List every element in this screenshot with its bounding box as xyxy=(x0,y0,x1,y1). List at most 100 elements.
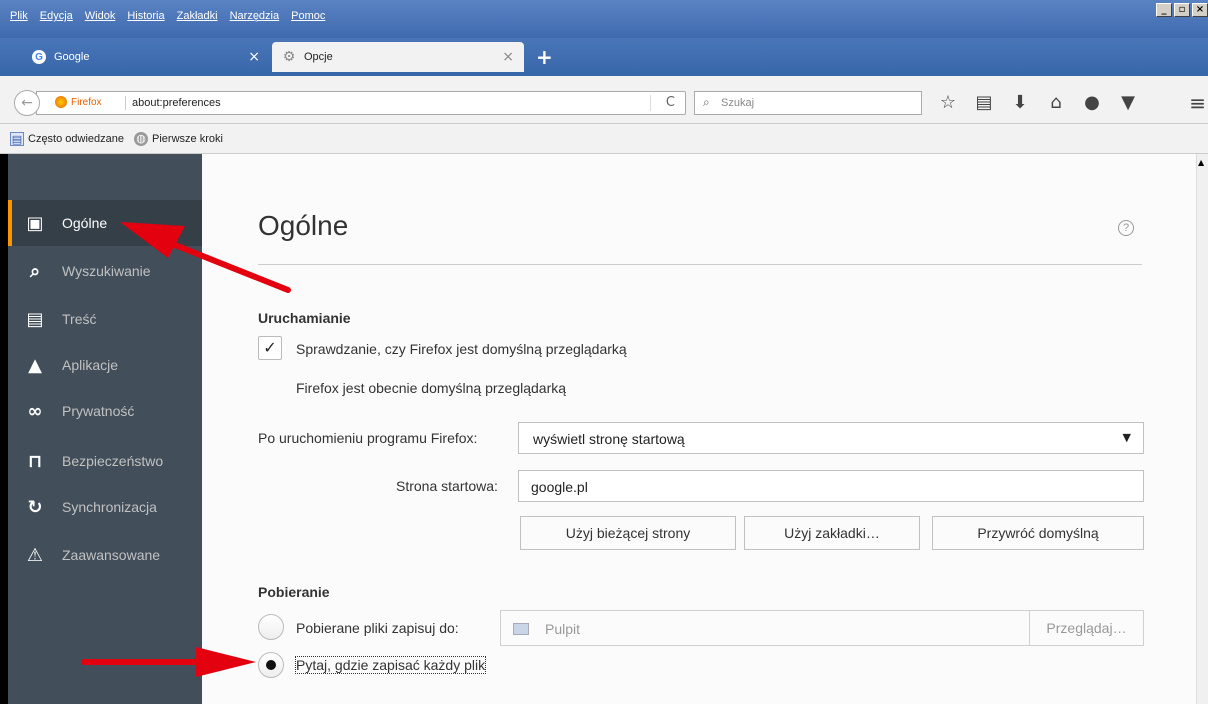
search-icon: ⌕ xyxy=(29,260,41,282)
security-icon: ⊓ xyxy=(27,450,43,472)
use-current-page-button[interactable]: Użyj bieżącej strony xyxy=(520,516,736,550)
divider xyxy=(125,96,126,110)
homepage-label: Strona startowa: xyxy=(396,478,498,494)
menu-plik[interactable]: Plik xyxy=(10,10,28,22)
folder-icon xyxy=(513,623,529,635)
bookmark-pierwsze-kroki[interactable]: ◍ Pierwsze kroki xyxy=(134,131,223,146)
menu-items: Plik Edycja Widok Historia Zakładki Narz… xyxy=(10,10,325,22)
startup-behavior-value: wyświetl stronę startową xyxy=(533,431,685,447)
bookmark-czesto-odwiedzane[interactable]: ▤ Często odwiedzane xyxy=(10,131,125,146)
maximize-button[interactable]: ▫ xyxy=(1174,3,1190,17)
identity-label: Firefox xyxy=(71,96,102,108)
sidebar-item-aplikacje[interactable]: ▲ Aplikacje xyxy=(8,342,202,388)
sidebar-item-label: Aplikacje xyxy=(62,357,119,373)
identity-box[interactable]: Firefox xyxy=(55,96,102,108)
menu-zakladki[interactable]: Zakładki xyxy=(177,10,218,22)
homepage-input[interactable]: google.pl xyxy=(518,470,1144,502)
default-browser-checkbox[interactable]: ✓ xyxy=(258,336,282,360)
window-controls: _ ▫ × xyxy=(1156,3,1208,17)
sidebar-item-synchronizacja[interactable]: ↻ Synchronizacja xyxy=(8,484,202,530)
bookmark-folder-icon: ▤ xyxy=(10,131,24,146)
sidebar-item-prywatnosc[interactable]: ∞ Prywatność xyxy=(8,388,202,434)
star-icon[interactable]: ☆ xyxy=(930,91,966,115)
bookmarks-bar: ▤ Często odwiedzane ◍ Pierwsze kroki xyxy=(0,124,1208,154)
sidebar-item-label: Bezpieczeństwo xyxy=(62,453,164,469)
hamburger-menu-icon[interactable]: ≡ xyxy=(1189,91,1206,115)
default-browser-label[interactable]: Sprawdzanie, czy Firefox jest domyślną p… xyxy=(296,341,627,357)
restore-default-button[interactable]: Przywróć domyślną xyxy=(932,516,1144,550)
menu-pomoc[interactable]: Pomoc xyxy=(291,10,325,22)
bookmark-label: Pierwsze kroki xyxy=(152,132,223,145)
menu-historia[interactable]: Historia xyxy=(127,10,164,22)
globe-icon: ◍ xyxy=(134,131,149,146)
content-icon: ▤ xyxy=(26,308,44,330)
search-input[interactable]: ⌕ Szukaj xyxy=(694,91,922,115)
menu-edycja[interactable]: Edycja xyxy=(40,10,73,22)
back-button[interactable]: ← xyxy=(14,90,40,116)
scroll-up-icon[interactable]: ▲ xyxy=(1198,158,1204,167)
url-text[interactable]: about:preferences xyxy=(132,97,221,109)
menu-narzedzia[interactable]: Narzędzia xyxy=(230,10,280,22)
ask-where-radio[interactable] xyxy=(258,652,284,678)
tab-google[interactable]: G Google × xyxy=(22,42,270,72)
sidebar-item-tresc[interactable]: ▤ Treść xyxy=(8,296,202,342)
sidebar-item-zaawansowane[interactable]: ⚠ Zaawansowane xyxy=(8,532,202,578)
startup-behavior-select[interactable]: wyświetl stronę startową ▼ xyxy=(518,422,1144,454)
home-icon[interactable]: ⌂ xyxy=(1038,91,1074,115)
bookmark-label: Często odwiedzane xyxy=(28,132,125,145)
applications-icon: ▲ xyxy=(28,354,42,376)
page-title: Ogólne xyxy=(258,210,349,241)
tab-label: Google xyxy=(54,51,90,63)
pocket-icon[interactable]: ▼ xyxy=(1110,91,1146,115)
browse-button[interactable]: Przeglądaj… xyxy=(1029,611,1143,645)
sync-icon: ↻ xyxy=(27,496,43,518)
tab-strip: G Google × ⚙ Opcje × + xyxy=(0,38,1208,76)
menu-bar: Plik Edycja Widok Historia Zakładki Narz… xyxy=(0,0,1208,38)
privacy-mask-icon: ∞ xyxy=(27,400,43,422)
sidebar-item-bezpieczenstwo[interactable]: ⊓ Bezpieczeństwo xyxy=(8,438,202,484)
preferences-pane: Ogólne ? Uruchamianie ✓ Sprawdzanie, czy… xyxy=(202,154,1196,704)
window-edge xyxy=(0,154,8,704)
search-placeholder: Szukaj xyxy=(721,97,755,109)
navigation-bar: Firefox about:preferences C ← ⌕ Szukaj ☆… xyxy=(0,76,1208,124)
save-to-label[interactable]: Pobierane pliki zapisuj do: xyxy=(296,620,459,636)
sidebar-item-ogolne[interactable]: ▣ Ogólne xyxy=(8,200,202,246)
search-icon: ⌕ xyxy=(703,95,710,109)
sidebar-item-label: Wyszukiwanie xyxy=(62,263,151,279)
download-icon[interactable]: ⬇ xyxy=(1002,91,1038,115)
homepage-value: google.pl xyxy=(531,479,588,495)
download-folder-value: Pulpit xyxy=(545,621,581,637)
sidebar-item-label: Zaawansowane xyxy=(62,547,161,563)
close-icon[interactable]: × xyxy=(248,49,260,65)
menu-widok[interactable]: Widok xyxy=(85,10,116,22)
close-icon[interactable]: × xyxy=(502,49,514,65)
save-to-radio[interactable] xyxy=(258,614,284,640)
use-bookmark-button[interactable]: Użyj zakładki… xyxy=(744,516,920,550)
scrollbar[interactable]: ▲ xyxy=(1196,154,1208,704)
minimize-button[interactable]: _ xyxy=(1156,3,1172,17)
sidebar-item-label: Prywatność xyxy=(62,403,135,419)
download-folder-field: Pulpit Przeglądaj… xyxy=(500,610,1144,646)
section-heading-downloads: Pobieranie xyxy=(258,584,330,600)
section-heading-startup: Uruchamianie xyxy=(258,310,351,326)
tab-label: Opcje xyxy=(304,51,333,63)
toolbar-icons: ☆ ▤ ⬇ ⌂ ● ▼ xyxy=(930,91,1146,115)
chat-icon[interactable]: ● xyxy=(1074,91,1110,115)
startup-behavior-label: Po uruchomieniu programu Firefox: xyxy=(258,430,478,446)
close-window-button[interactable]: × xyxy=(1192,3,1208,17)
divider xyxy=(650,95,651,111)
chevron-down-icon: ▼ xyxy=(1122,431,1131,444)
library-icon[interactable]: ▤ xyxy=(966,91,1002,115)
help-icon[interactable]: ? xyxy=(1118,220,1134,236)
firefox-icon xyxy=(55,96,67,108)
ask-where-label[interactable]: Pytaj, gdzie zapisać każdy plik xyxy=(294,656,487,674)
new-tab-button[interactable]: + xyxy=(536,45,553,69)
google-icon: G xyxy=(32,50,46,64)
sidebar-item-wyszukiwanie[interactable]: ⌕ Wyszukiwanie xyxy=(8,248,202,294)
url-bar[interactable]: Firefox about:preferences C xyxy=(36,91,686,115)
reload-icon[interactable]: C xyxy=(666,95,675,110)
preferences-sidebar: ▣ Ogólne ⌕ Wyszukiwanie ▤ Treść ▲ Aplika… xyxy=(8,154,202,704)
gear-icon: ⚙ xyxy=(282,49,296,65)
tab-opcje[interactable]: ⚙ Opcje × xyxy=(272,42,524,72)
default-browser-note: Firefox jest obecnie domyślną przeglądar… xyxy=(296,380,567,396)
